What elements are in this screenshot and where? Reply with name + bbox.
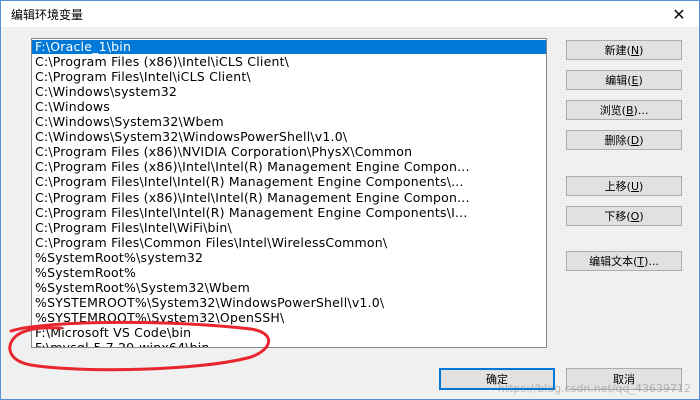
edit-button[interactable]: 编辑(E): [566, 70, 682, 90]
path-list-item[interactable]: F:\Microsoft VS Code\bin: [32, 326, 546, 341]
path-list-item[interactable]: C:\Program Files\Intel\WiFi\bin\: [32, 221, 546, 236]
new-button-label: 新建(: [604, 44, 631, 57]
title-bar: 编辑环境变量 ✕: [1, 1, 699, 27]
path-list-item[interactable]: F:\Oracle_1\bin: [32, 39, 546, 55]
move-down-button-key: O: [630, 209, 640, 223]
new-button[interactable]: 新建(N): [566, 40, 682, 60]
path-list-item[interactable]: %SystemRoot%\system32: [32, 251, 546, 266]
path-list-item[interactable]: C:\Program Files\Common Files\Intel\Wire…: [32, 236, 546, 251]
path-list-item[interactable]: C:\Program Files\Intel\iCLS Client\: [32, 70, 546, 85]
browse-button[interactable]: 浏览(B)...: [566, 100, 682, 120]
edit-button-label: 编辑(: [605, 74, 632, 87]
path-list[interactable]: F:\Oracle_1\bin C:\Program Files (x86)\In…: [31, 38, 547, 348]
edit-button-suffix: ): [638, 73, 643, 87]
delete-button-suffix: ): [639, 133, 644, 147]
move-down-button-suffix: ): [639, 209, 644, 223]
path-list-item[interactable]: C:\Windows\system32: [32, 85, 546, 100]
window-title: 编辑环境变量: [11, 8, 84, 22]
path-list-item[interactable]: %SYSTEMROOT%\System32\WindowsPowerShell\…: [32, 296, 546, 311]
move-down-button[interactable]: 下移(O): [566, 206, 682, 226]
edit-env-variable-dialog: 编辑环境变量 ✕ F:\Oracle_1\bin C:\Program Files…: [0, 0, 700, 400]
move-up-button[interactable]: 上移(U): [566, 176, 682, 196]
edit-text-button-suffix: )...: [644, 254, 659, 268]
path-list-item[interactable]: C:\Program Files\Intel\Intel(R) Manageme…: [32, 206, 546, 221]
path-list-item[interactable]: C:\Windows\System32\WindowsPowerShell\v1…: [32, 130, 546, 145]
delete-button-key: D: [630, 133, 640, 147]
path-list-item[interactable]: C:\Program Files (x86)\Intel\Intel(R) Ma…: [32, 160, 546, 175]
path-list-item[interactable]: C:\Program Files\Intel\Intel(R) Manageme…: [32, 175, 546, 190]
path-list-item[interactable]: F:\mysql-5.7.29-winx64\bin: [32, 341, 546, 347]
path-list-item[interactable]: %SystemRoot%\System32\Wbem: [32, 281, 546, 296]
path-list-item[interactable]: %SystemRoot%: [32, 266, 546, 281]
browse-button-suffix: )...: [633, 103, 649, 117]
path-list-item[interactable]: C:\Program Files (x86)\NVIDIA Corporatio…: [32, 145, 546, 160]
watermark: https://blog.csdn.net/qq_43639712: [497, 382, 691, 395]
move-up-button-label: 上移(: [604, 180, 631, 193]
move-up-button-suffix: ): [639, 179, 644, 193]
path-list-item[interactable]: C:\Windows\System32\Wbem: [32, 115, 546, 130]
close-icon[interactable]: ✕: [659, 1, 699, 27]
move-up-button-key: U: [630, 179, 640, 193]
edit-button-key: E: [631, 73, 639, 87]
new-button-key: N: [630, 43, 640, 57]
edit-text-button-key: T: [637, 254, 645, 268]
path-list-item[interactable]: C:\Windows: [32, 100, 546, 115]
new-button-suffix: ): [639, 43, 644, 57]
path-list-item[interactable]: %SYSTEMROOT%\System32\OpenSSH\: [32, 311, 546, 326]
path-list-item[interactable]: C:\Program Files (x86)\Intel\iCLS Client…: [32, 55, 546, 70]
edit-text-button-label: 编辑文本(: [589, 255, 638, 268]
edit-text-button[interactable]: 编辑文本(T)...: [566, 251, 682, 271]
delete-button[interactable]: 删除(D): [566, 130, 682, 150]
browse-button-key: B: [625, 103, 634, 117]
browse-button-label: 浏览(: [599, 104, 626, 117]
move-down-button-label: 下移(: [604, 210, 631, 223]
delete-button-label: 删除(: [604, 134, 631, 147]
path-list-item[interactable]: C:\Program Files (x86)\Intel\Intel(R) Ma…: [32, 191, 546, 206]
